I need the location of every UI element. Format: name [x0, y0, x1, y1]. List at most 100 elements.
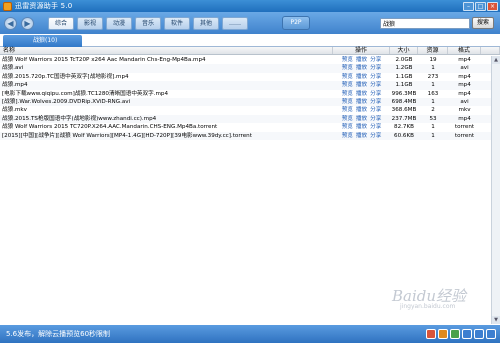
search-box: 搜索 — [380, 17, 494, 29]
row-ops: 预览 播放 分享 — [333, 81, 390, 89]
table-row[interactable]: 战狼 Wolf Warriors 2015 TcT20P x264 Aac Ma… — [0, 56, 500, 65]
share-link[interactable]: 分享 — [370, 64, 381, 72]
row-ops: 预览 播放 分享 — [333, 123, 390, 131]
row-format: torrent — [454, 132, 475, 139]
skin-icon[interactable] — [438, 329, 448, 339]
close-button[interactable]: × — [487, 1, 498, 11]
play-link[interactable]: 播放 — [356, 90, 367, 98]
table-row[interactable]: [2015][中国][战争片][战狼 Wolf Warriors][MP4-1.… — [0, 131, 500, 140]
table-row[interactable]: 战狼 Wolf Warriors 2015 TC720P.X264.AAC.Ma… — [0, 123, 500, 132]
play-link[interactable]: 播放 — [356, 115, 367, 123]
category-video[interactable]: 影视 — [77, 16, 103, 30]
table-row[interactable]: [电影下载www.qiqipu.com]战狼.TC1280清晰国语中英双字.mp… — [0, 89, 500, 98]
play-link[interactable]: 播放 — [356, 132, 367, 140]
row-ops: 预览 播放 分享 — [333, 56, 390, 64]
info-icon[interactable] — [486, 329, 496, 339]
row-size: 2.0GB — [395, 57, 413, 63]
preview-link[interactable]: 预览 — [342, 73, 353, 81]
row-resources: 1 — [431, 65, 435, 72]
category-other[interactable]: 其他 — [193, 16, 219, 30]
feedback-icon[interactable] — [474, 329, 484, 339]
share-link[interactable]: 分享 — [370, 81, 381, 89]
play-link[interactable]: 播放 — [356, 56, 367, 64]
preview-link[interactable]: 预览 — [342, 115, 353, 123]
table-row[interactable]: 战狼.mkv 预览 播放 分享 368.6MB 2 mkv — [0, 106, 500, 115]
header-name[interactable]: 名称 — [0, 47, 333, 54]
search-button[interactable]: 搜索 — [472, 17, 494, 29]
scroll-down-icon[interactable]: ▼ — [492, 316, 500, 324]
header-size[interactable]: 大小 — [390, 47, 418, 54]
tab-results[interactable]: 战狼(10) — [3, 35, 82, 47]
window-controls: – □ × — [463, 1, 498, 11]
back-button[interactable]: ◀ — [4, 16, 17, 30]
preview-link[interactable]: 预览 — [342, 98, 353, 106]
row-ops: 预览 播放 分享 — [333, 64, 390, 72]
play-link[interactable]: 播放 — [356, 98, 367, 106]
preview-link[interactable]: 预览 — [342, 90, 353, 98]
row-ops: 预览 播放 分享 — [333, 132, 390, 140]
header-format[interactable]: 格式 — [448, 47, 481, 54]
vertical-scrollbar[interactable]: ▲ ▼ — [491, 56, 500, 324]
forward-button[interactable]: ▶ — [21, 16, 34, 30]
category-all[interactable]: 综合 — [48, 16, 74, 30]
row-size: 82.7KB — [394, 124, 414, 131]
row-size: 1.1GB — [395, 82, 413, 89]
row-size: 1.1GB — [395, 73, 413, 80]
share-link[interactable]: 分享 — [370, 73, 381, 81]
play-link[interactable]: 播放 — [356, 106, 367, 114]
preview-link[interactable]: 预览 — [342, 56, 353, 64]
share-link[interactable]: 分享 — [370, 106, 381, 114]
preview-link[interactable]: 预览 — [342, 106, 353, 114]
row-format: mp4 — [458, 57, 471, 63]
row-resources: 1 — [431, 132, 435, 139]
row-size: 237.7MB — [391, 115, 417, 122]
settings-icon[interactable] — [450, 329, 460, 339]
preview-link[interactable]: 预览 — [342, 81, 353, 89]
help-icon[interactable] — [462, 329, 472, 339]
header-ops[interactable]: 操作 — [333, 47, 390, 54]
share-link[interactable]: 分享 — [370, 123, 381, 131]
toolbar: ◀ ▶ 综合 影视 动漫 音乐 软件 其他 …… P2P 搜索 — [0, 12, 500, 34]
table-row[interactable]: 战狼.2015.TS枪版国语中字(战地影视)www.zhandi.cc).mp4… — [0, 114, 500, 124]
category-music[interactable]: 音乐 — [135, 16, 161, 30]
app-icon[interactable] — [426, 329, 436, 339]
row-format: mp4 — [458, 73, 471, 80]
category-software[interactable]: 软件 — [164, 16, 190, 30]
row-ops: 预览 播放 分享 — [333, 90, 390, 98]
watermark-url: jingyan.baidu.com — [400, 303, 456, 310]
row-resources: 1 — [431, 82, 435, 89]
share-link[interactable]: 分享 — [370, 90, 381, 98]
preview-link[interactable]: 预览 — [342, 123, 353, 131]
row-format: torrent — [454, 124, 475, 131]
row-size: 996.3MB — [391, 90, 417, 97]
status-icons — [426, 329, 496, 339]
category-anime[interactable]: 动漫 — [106, 16, 132, 30]
row-ops: 预览 播放 分享 — [333, 115, 390, 123]
scroll-up-icon[interactable]: ▲ — [492, 56, 500, 64]
row-name: 战狼 Wolf Warriors 2015 TC720P.X264.AAC.Ma… — [2, 124, 218, 131]
table-row[interactable]: 战狼.mp4 预览 播放 分享 1.1GB 1 mp4 — [0, 81, 500, 90]
maximize-button[interactable]: □ — [475, 1, 486, 11]
table-row[interactable]: 战狼.avi 预览 播放 分享 1.2GB 1 avi — [0, 64, 500, 73]
row-ops: 预览 播放 分享 — [333, 73, 390, 81]
share-link[interactable]: 分享 — [370, 56, 381, 64]
table-row[interactable]: [战狼].War.Wolves.2009.DVDRip.XViD-RNG.avi… — [0, 97, 500, 107]
category-more[interactable]: …… — [222, 16, 248, 30]
p2p-button[interactable]: P2P — [282, 16, 310, 30]
table-row[interactable]: 战狼.2015.720p.TC国语中英双字[战地影视].mp4 预览 播放 分享 1… — [0, 72, 500, 82]
share-link[interactable]: 分享 — [370, 98, 381, 106]
row-name: [电影下载www.qiqipu.com]战狼.TC1280清晰国语中英双字.mp… — [2, 90, 169, 97]
play-link[interactable]: 播放 — [356, 73, 367, 81]
preview-link[interactable]: 预览 — [342, 132, 353, 140]
search-input[interactable] — [380, 17, 470, 29]
minimize-button[interactable]: – — [463, 1, 474, 11]
status-message: 5.6发布，解除云播预览60秒限制 — [6, 330, 111, 338]
row-resources: 163 — [427, 90, 439, 97]
play-link[interactable]: 播放 — [356, 64, 367, 72]
share-link[interactable]: 分享 — [370, 132, 381, 140]
play-link[interactable]: 播放 — [356, 81, 367, 89]
header-resources[interactable]: 资源 — [418, 47, 448, 54]
preview-link[interactable]: 预览 — [342, 64, 353, 72]
share-link[interactable]: 分享 — [370, 115, 381, 123]
play-link[interactable]: 播放 — [356, 123, 367, 131]
